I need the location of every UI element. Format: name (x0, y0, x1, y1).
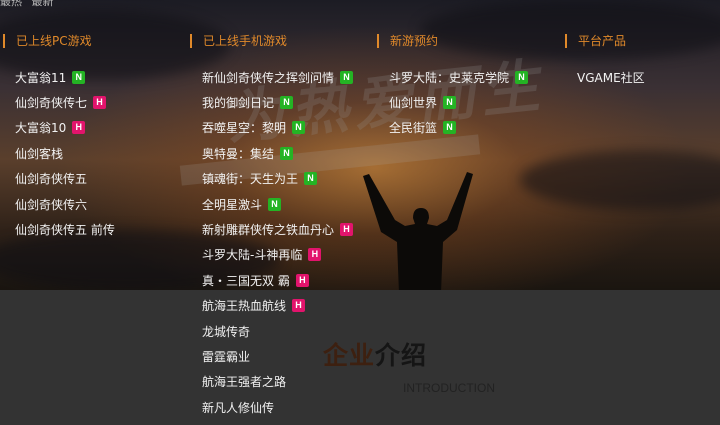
game-link[interactable]: 大富翁10 H (15, 119, 86, 137)
game-link[interactable]: 大富翁11 N (15, 68, 86, 86)
game-link[interactable]: 雷霆霸业 (202, 347, 250, 365)
game-link-label: 斗罗大陆-斗神再临 (202, 248, 303, 263)
game-link-label: 全民街篮 (389, 121, 438, 136)
game-link[interactable]: 航海王热血航线 H (202, 297, 306, 315)
column-heading: 已上线PC游戏 (3, 34, 92, 48)
new-badge: N (280, 95, 294, 109)
game-link-label: VGAME社区 (577, 70, 645, 85)
new-badge: N (72, 70, 86, 84)
game-link-label: 新仙剑奇侠传之挥剑问情 (202, 70, 335, 85)
game-link-label: 吞噬星空：黎明 (202, 121, 287, 136)
game-link[interactable]: 仙剑奇侠传五 (15, 170, 87, 188)
new-badge: N (304, 172, 318, 186)
header-partial: 最热 最新 (0, 0, 160, 9)
game-link[interactable]: 仙剑奇侠传六 (15, 195, 87, 213)
game-link-label: 龙城传奇 (202, 324, 251, 339)
game-link-label: 仙剑奇侠传五 (15, 172, 88, 187)
game-link-label: 航海王强者之路 (202, 375, 287, 390)
game-link[interactable]: 仙剑奇侠传七 H (15, 93, 107, 111)
game-link-label: 航海王热血航线 (202, 299, 287, 314)
company-intro-title-a: 企业 (323, 341, 376, 370)
game-link[interactable]: 全明星激斗 N (202, 195, 282, 213)
hot-badge: H (93, 95, 107, 109)
game-link[interactable]: 我的御剑日记 N (202, 93, 294, 111)
game-link[interactable]: 斗罗大陆-斗神再临 H (202, 246, 322, 264)
game-link[interactable]: 龙城传奇 (202, 322, 250, 340)
game-link[interactable]: 新射雕群侠传之铁血丹心 H (202, 220, 354, 238)
game-link[interactable]: 真・三国无双 霸 H (202, 271, 309, 289)
company-intro-subtitle: INTRODUCTION (403, 381, 495, 395)
game-link-label: 我的御剑日记 (202, 95, 275, 110)
game-link-label: 大富翁10 (15, 121, 67, 136)
hot-badge: H (295, 273, 309, 287)
hot-badge: H (308, 248, 322, 262)
game-link-label: 真・三国无双 霸 (202, 273, 290, 288)
game-link[interactable]: 新凡人修仙传 (202, 398, 274, 416)
game-link-label: 仙剑奇侠传七 (15, 95, 88, 110)
new-badge: N (280, 146, 294, 160)
game-link[interactable]: 仙剑世界 N (389, 93, 457, 111)
new-badge: N (268, 197, 282, 211)
header-item-new[interactable]: 最新 (32, 0, 54, 9)
game-link[interactable]: 吞噬星空：黎明 N (202, 119, 306, 137)
header-item-hot[interactable]: 最热 (0, 0, 22, 9)
column-heading: 新游预约 (377, 34, 438, 48)
game-link[interactable]: 仙剑奇侠传五 前传 (15, 220, 115, 238)
game-link-label: 斗罗大陆：史莱克学院 (389, 70, 510, 85)
game-link-label: 仙剑客栈 (15, 146, 64, 161)
new-badge: N (515, 70, 529, 84)
game-link[interactable]: 镇魂街：天生为王 N (202, 170, 318, 188)
new-badge: N (340, 70, 354, 84)
game-link[interactable]: 航海王强者之路 (202, 373, 286, 391)
new-badge: N (443, 121, 457, 135)
game-link-label: 仙剑世界 (389, 95, 438, 110)
column-heading: 已上线手机游戏 (190, 34, 287, 48)
game-link[interactable]: 仙剑客栈 (15, 144, 63, 162)
game-link-label: 镇魂街：天生为王 (202, 172, 299, 187)
company-intro-title-b: 介绍 (375, 341, 428, 370)
hot-badge: H (292, 299, 306, 313)
game-link-label: 雷霆霸业 (202, 349, 251, 364)
game-link-label: 新射雕群侠传之铁血丹心 (202, 222, 335, 237)
game-link-label: 奥特曼：集结 (202, 146, 275, 161)
game-link[interactable]: 全民街篮 N (389, 119, 457, 137)
game-link[interactable]: VGAME社区 (577, 68, 645, 86)
hot-badge: H (72, 121, 86, 135)
game-link-label: 全明星激斗 (202, 197, 263, 212)
company-intro-title: 企业介绍 (323, 336, 427, 372)
new-badge: N (443, 95, 457, 109)
silhouette-figure (363, 172, 473, 290)
hot-badge: H (340, 222, 354, 236)
new-badge: N (292, 121, 306, 135)
game-link[interactable]: 新仙剑奇侠传之挥剑问情 N (202, 68, 354, 86)
column-heading: 平台产品 (565, 34, 626, 48)
game-link-label: 仙剑奇侠传五 前传 (15, 222, 115, 237)
game-link-label: 新凡人修仙传 (202, 400, 275, 415)
game-link-label: 大富翁11 (15, 70, 67, 85)
game-link-label: 仙剑奇侠传六 (15, 197, 88, 212)
game-link[interactable]: 奥特曼：集结 N (202, 144, 294, 162)
game-link[interactable]: 斗罗大陆：史莱克学院 N (389, 68, 529, 86)
